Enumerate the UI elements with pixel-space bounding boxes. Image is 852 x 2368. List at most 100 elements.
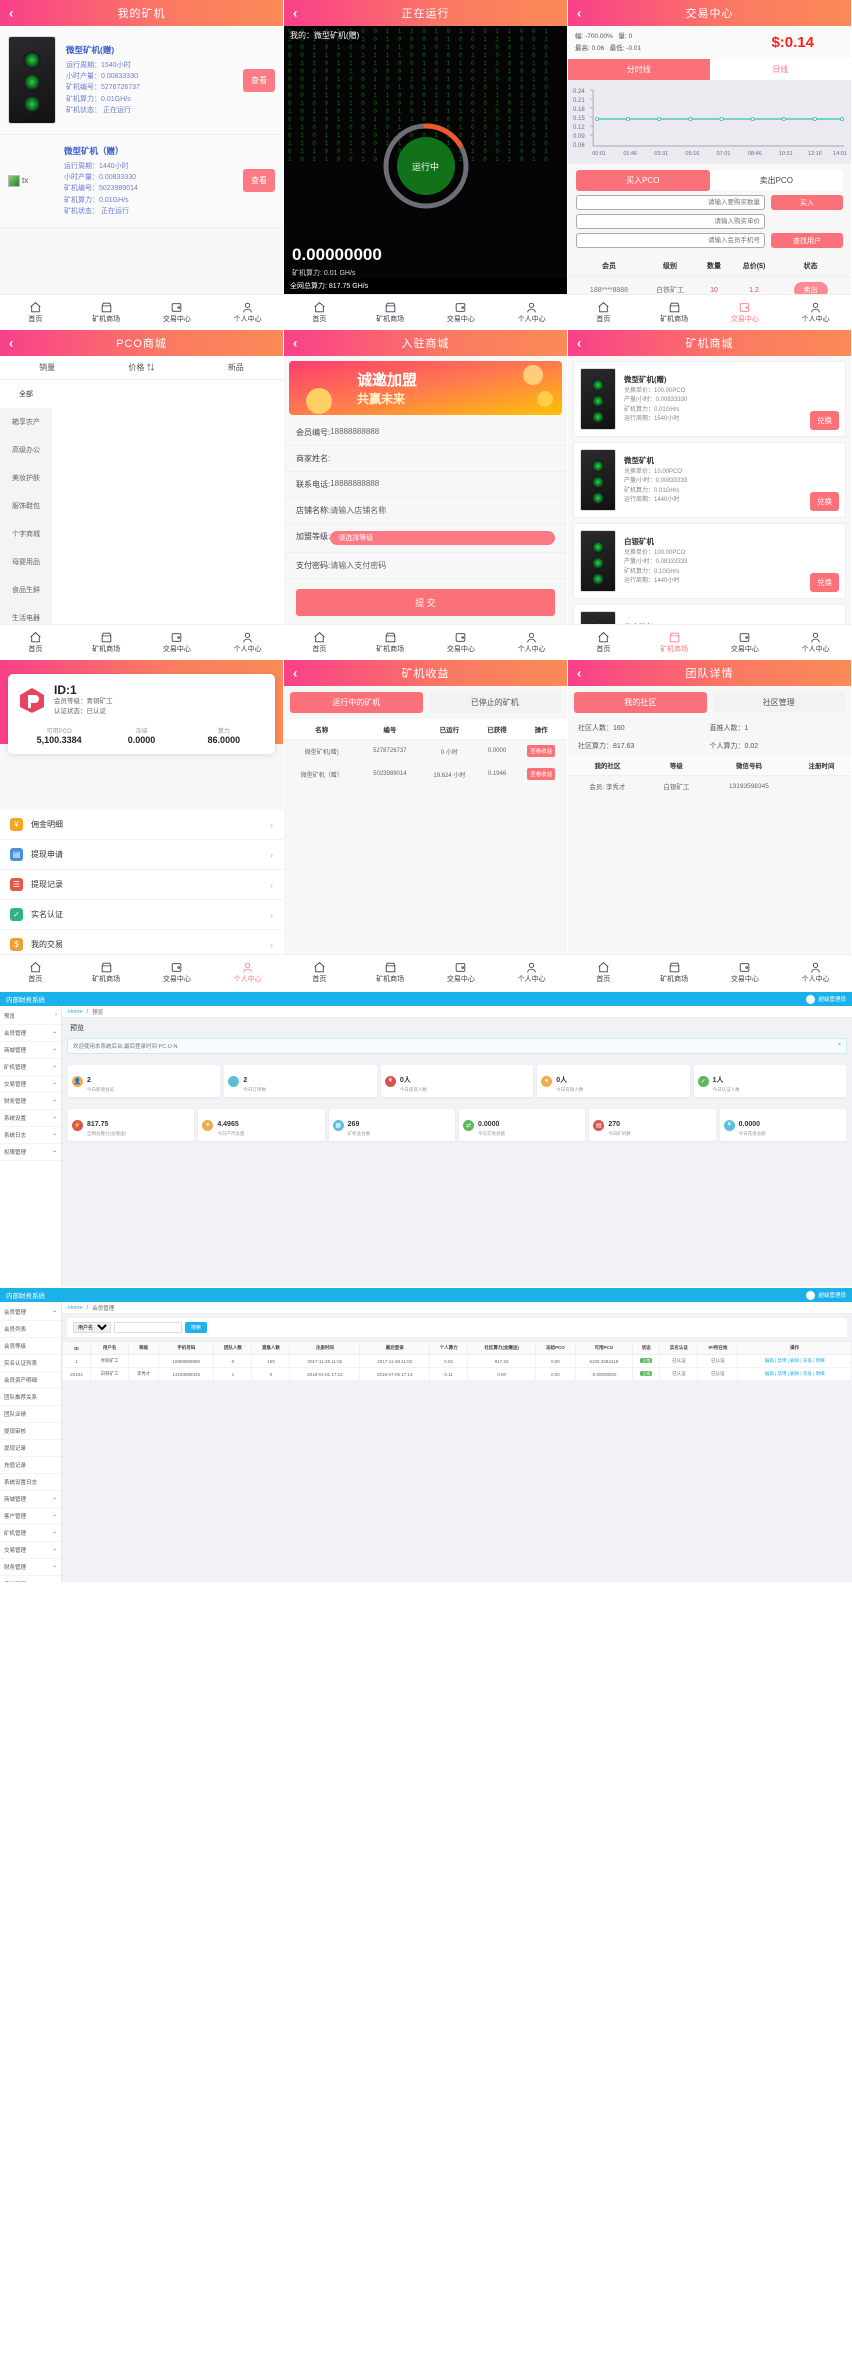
- search-field-select[interactable]: 用户名: [73, 1322, 111, 1333]
- sidebar-item-member-level[interactable]: 会员等级: [0, 1338, 61, 1355]
- nav-item-shop[interactable]: 矿机商场: [71, 631, 142, 654]
- sidebar-item-miners[interactable]: 矿机管理 ⌄: [0, 1525, 61, 1542]
- table-row[interactable]: 微型矿机（赠） 5023989014 19.624 小时 0.1946 查看收益: [284, 762, 567, 786]
- view-button[interactable]: 查看: [243, 169, 275, 193]
- back-icon[interactable]: ‹: [9, 336, 14, 351]
- menu-item-withdraw-records[interactable]: ☰ 提现记录 ›: [0, 870, 283, 900]
- menu-item-commission[interactable]: ¥ 佣金明细 ›: [0, 810, 283, 840]
- tab-my-community[interactable]: 我的社区: [574, 692, 707, 713]
- sidebar-item-miners[interactable]: 矿机管理 ⌄: [0, 1059, 61, 1076]
- back-icon[interactable]: ‹: [293, 666, 298, 681]
- sidebar-item-member-list[interactable]: 会员列表: [0, 1321, 61, 1338]
- view-button[interactable]: 查看: [243, 68, 275, 92]
- nav-item-profile[interactable]: 个人中心: [212, 961, 283, 984]
- sidebar-item-referral[interactable]: 团队推荐关系: [0, 1389, 61, 1406]
- buy-button[interactable]: 买入: [771, 195, 843, 211]
- list-item[interactable]: 微型矿机(赠) 兑换单价：100.00PCO 产量/小时：0.00833330 …: [573, 361, 846, 437]
- field-value[interactable]: [330, 453, 555, 464]
- back-icon[interactable]: ‹: [577, 6, 582, 21]
- admin-user[interactable]: 超级管理员: [818, 1291, 846, 1299]
- nav-item-home[interactable]: 首页: [284, 961, 355, 984]
- nav-item-trade[interactable]: 交易中心: [710, 631, 781, 654]
- exchange-button[interactable]: 兑换: [810, 492, 839, 511]
- view-income-button[interactable]: 查看收益: [527, 768, 556, 780]
- sidebar-item-members[interactable]: 会员管理 ⌄: [0, 1025, 61, 1042]
- buy-price-input[interactable]: [576, 214, 765, 230]
- nav-item-home[interactable]: 首页: [568, 301, 639, 324]
- category-item[interactable]: 服饰鞋包: [0, 492, 52, 520]
- search-input[interactable]: [114, 1322, 182, 1333]
- table-row[interactable]: 会员: 李秀才 白银矿工 13193598345: [568, 775, 851, 797]
- sidebar-item-finance[interactable]: 财务管理 ⌄: [0, 1559, 61, 1576]
- member-phone-input[interactable]: [576, 233, 765, 249]
- nav-item-profile[interactable]: 个人中心: [780, 961, 851, 984]
- tab-community-manage[interactable]: 社区管理: [712, 692, 845, 713]
- admin-user[interactable]: 超级管理员: [818, 995, 846, 1003]
- stat-card[interactable]: ¥0.0000 今日充值总额: [719, 1109, 846, 1141]
- sidebar-item-overview[interactable]: 预览 ›: [0, 1008, 61, 1025]
- back-icon[interactable]: ‹: [293, 336, 298, 351]
- sidebar-item-identity-list[interactable]: 实名认证列表: [0, 1355, 61, 1372]
- buy-quantity-input[interactable]: [576, 195, 765, 211]
- view-income-button[interactable]: 查看收益: [527, 745, 556, 757]
- stat-card[interactable]: ¥0人 今日提现人数: [380, 1065, 534, 1097]
- sidebar-item-recharge-records[interactable]: 充值记录: [0, 1457, 61, 1474]
- sidebar-item-system-log[interactable]: 系统设置日志: [0, 1474, 61, 1491]
- stat-card[interactable]: ⚡ 817.75 全网总算力(含赠送): [68, 1109, 195, 1141]
- exchange-button[interactable]: 兑换: [810, 411, 839, 430]
- nav-item-shop[interactable]: 矿机商场: [639, 961, 710, 984]
- nav-item-trade[interactable]: 交易中心: [426, 631, 497, 654]
- stat-card[interactable]: ✓ 1人 今日认证人数: [693, 1065, 847, 1097]
- nav-item-profile[interactable]: 个人中心: [780, 631, 851, 654]
- nav-item-trade[interactable]: 交易中心: [142, 961, 213, 984]
- sidebar-item-withdraw-records[interactable]: 提现记录: [0, 1440, 61, 1457]
- category-item[interactable]: 母婴用品: [0, 548, 52, 576]
- exchange-button[interactable]: 兑换: [810, 573, 839, 592]
- back-icon[interactable]: ‹: [577, 666, 582, 681]
- search-button[interactable]: 搜索: [185, 1322, 208, 1333]
- list-item[interactable]: tx 微型矿机（赠） 运行周期：1440小时 小时产量：0.00833330 矿…: [0, 135, 283, 228]
- menu-item-withdraw-apply[interactable]: ▤ 提现申请 ›: [0, 840, 283, 870]
- field-value[interactable]: 请输入店铺名称: [330, 505, 555, 516]
- nav-item-shop[interactable]: 矿机商场: [639, 301, 710, 324]
- sidebar-item-asset-detail[interactable]: 会员资产明细: [0, 1372, 61, 1389]
- nav-item-trade[interactable]: 交易中心: [142, 631, 213, 654]
- filter-new[interactable]: 新品: [189, 356, 283, 379]
- stat-card[interactable]: ● 0人 今日充值人数: [537, 1065, 690, 1097]
- nav-item-home[interactable]: 首页: [568, 961, 639, 984]
- stat-card[interactable]: 🛒 2 今日订单数: [224, 1065, 377, 1097]
- field-value[interactable]: 18888888888: [330, 427, 555, 438]
- sidebar-item-settings[interactable]: 系统设置⌄: [0, 1576, 61, 1582]
- nav-item-profile[interactable]: 个人中心: [496, 301, 567, 324]
- category-item[interactable]: 高级办公: [0, 436, 52, 464]
- field-value[interactable]: 18888888888: [330, 479, 555, 490]
- submit-button[interactable]: 提 交: [296, 589, 555, 616]
- sidebar-item-logs[interactable]: 系统日志 ⌄: [0, 1127, 61, 1144]
- table-row[interactable]: 微型矿机(赠) 5278726737 0 小时 0.0000 查看收益: [284, 739, 567, 763]
- nav-item-home[interactable]: 首页: [284, 301, 355, 324]
- nav-item-trade[interactable]: 交易中心: [426, 961, 497, 984]
- nav-item-home[interactable]: 首页: [0, 961, 71, 984]
- nav-item-profile[interactable]: 个人中心: [496, 631, 567, 654]
- sidebar-item-trades[interactable]: 交易管理 ⌄: [0, 1542, 61, 1559]
- sidebar-item-permissions[interactable]: 权限管理 ⌄: [0, 1144, 61, 1161]
- filter-price[interactable]: 价格 ⇅: [94, 356, 188, 379]
- stat-card[interactable]: ⇄ 0.0000 今日交易总额: [458, 1109, 586, 1141]
- nav-item-shop[interactable]: 矿机商场: [639, 631, 710, 654]
- tab-intraday[interactable]: 分时线: [568, 59, 710, 81]
- category-item[interactable]: 美妆护肤: [0, 464, 52, 492]
- sidebar-item-team-perf[interactable]: 团队业绩: [0, 1406, 61, 1423]
- list-item[interactable]: 微型矿机 兑换单价：10.00PCO 产量/小时：0.00833333 矿机算力…: [573, 442, 846, 518]
- nav-item-profile[interactable]: 个人中心: [496, 961, 567, 984]
- find-user-button[interactable]: 查找用户: [771, 233, 843, 249]
- tab-stopped-miners[interactable]: 已停止的矿机: [428, 692, 561, 713]
- nav-item-shop[interactable]: 矿机商场: [355, 631, 426, 654]
- list-item[interactable]: 微型矿机(赠) 运行周期：1540小时 小时产量：0.00833330 矿机编号…: [0, 26, 283, 135]
- nav-item-home[interactable]: 首页: [0, 631, 71, 654]
- nav-item-shop[interactable]: 矿机商场: [71, 301, 142, 324]
- nav-item-trade[interactable]: 交易中心: [710, 301, 781, 324]
- stat-card[interactable]: 👤 2 今日新增会员: [68, 1065, 221, 1097]
- sidebar-item-shop[interactable]: 商城管理 ⌄: [0, 1042, 61, 1059]
- back-icon[interactable]: ‹: [293, 6, 298, 21]
- nav-item-profile[interactable]: 个人中心: [780, 301, 851, 324]
